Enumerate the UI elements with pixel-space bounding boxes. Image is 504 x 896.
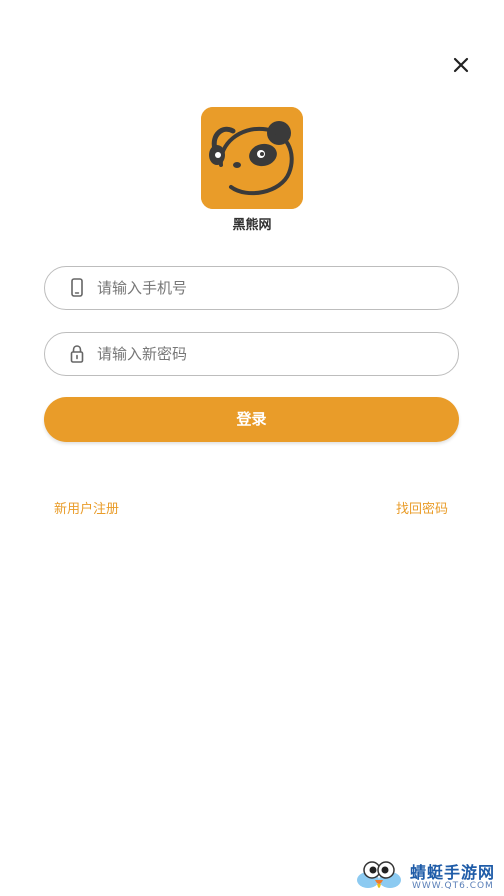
watermark: 蜻蜓手游网 WWW.QT6.COM <box>354 856 504 896</box>
password-field[interactable] <box>44 332 459 376</box>
watermark-title: 蜻蜓手游网 <box>410 863 496 882</box>
panda-logo-icon <box>201 107 303 209</box>
phone-input[interactable] <box>97 267 447 309</box>
close-button[interactable] <box>449 53 473 77</box>
app-logo <box>201 107 303 209</box>
dragonfly-mascot-icon <box>357 861 401 888</box>
phone-field[interactable] <box>44 266 459 310</box>
register-link[interactable]: 新用户注册 <box>54 498 119 517</box>
forgot-password-link[interactable]: 找回密码 <box>396 498 448 517</box>
watermark-url: WWW.QT6.COM <box>412 881 494 891</box>
lock-icon <box>70 345 84 363</box>
login-button[interactable]: 登录 <box>44 397 459 442</box>
close-icon <box>453 57 469 73</box>
password-input[interactable] <box>97 333 447 375</box>
phone-icon <box>71 278 83 297</box>
app-name: 黑熊网 <box>232 218 272 233</box>
